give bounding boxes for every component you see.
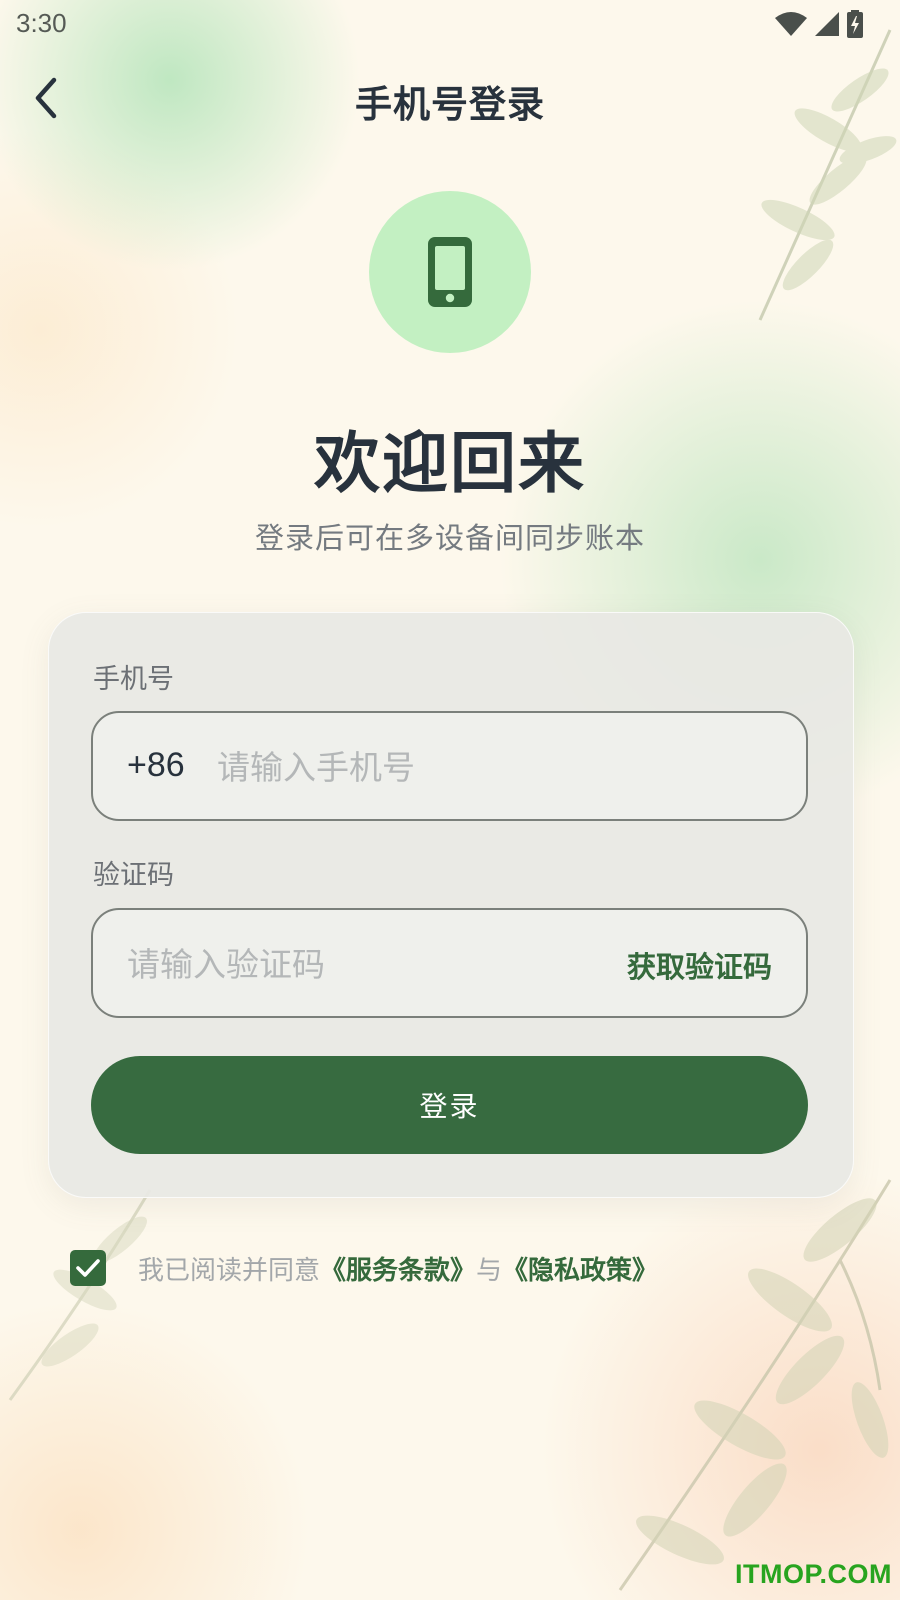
leaf-branch-bottom-left [8, 1189, 152, 1401]
phone-input-box[interactable]: +86 [91, 711, 808, 821]
code-input-box[interactable]: 获取验证码 [91, 908, 808, 1018]
agreement-prefix: 我已阅读并同意 [138, 1255, 321, 1286]
app-bar: 手机号登录 [0, 56, 900, 146]
country-code[interactable]: +86 [127, 746, 185, 785]
agreement-checkbox[interactable] [70, 1250, 106, 1286]
get-code-button[interactable]: 获取验证码 [627, 944, 772, 986]
welcome-subtitle: 登录后可在多设备间同步账本 [254, 521, 645, 555]
login-button[interactable]: 登录 [91, 1056, 808, 1154]
smartphone-icon [428, 237, 472, 307]
leaf-branch-bottom-right [618, 1179, 892, 1591]
privacy-policy-link[interactable]: 《隐私政策》 [502, 1250, 658, 1287]
status-time: 3:30 [16, 8, 67, 38]
page-title: 手机号登录 [355, 83, 545, 126]
phone-label: 手机号 [93, 664, 174, 695]
welcome-title: 欢迎回来 [314, 425, 586, 502]
signal-icon [814, 11, 840, 37]
login-form-card: 手机号 +86 验证码 获取验证码 登录 [48, 612, 854, 1198]
agreement-text: 我已阅读并同意 《服务条款》 与 《隐私政策》 [138, 1250, 658, 1287]
site-watermark: ITMOP.COM [734, 1559, 892, 1589]
status-icons [774, 10, 864, 38]
agreement-row: 我已阅读并同意 《服务条款》 与 《隐私政策》 [70, 1248, 658, 1288]
verification-code-input[interactable] [127, 930, 587, 998]
phone-input[interactable] [217, 733, 777, 801]
status-bar: 3:30 [0, 0, 900, 50]
checkmark-icon [76, 1259, 100, 1277]
code-label: 验证码 [93, 860, 174, 891]
terms-of-service-link[interactable]: 《服务条款》 [320, 1250, 476, 1287]
agreement-conjunction: 与 [476, 1255, 503, 1286]
phone-icon-badge [369, 191, 531, 353]
battery-charging-icon [846, 10, 864, 38]
wifi-icon [774, 11, 808, 37]
